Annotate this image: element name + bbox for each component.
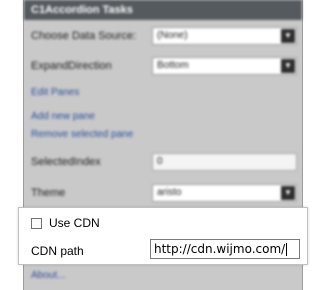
cdn-path-label: CDN path [31, 244, 84, 258]
dropdown-arrow-icon[interactable]: ▼ [281, 186, 295, 200]
data-source-value: (None) [157, 30, 188, 41]
selected-index-label: SelectedIndex [31, 156, 101, 168]
dropdown-arrow-icon[interactable]: ▼ [281, 29, 295, 43]
expand-direction-dropdown[interactable]: Bottom ▼ [152, 57, 297, 75]
expand-direction-label: ExpandDirection [31, 60, 112, 72]
use-cdn-label[interactable]: Use CDN [49, 215, 100, 231]
panel-title: C1Accordion Tasks [24, 0, 302, 20]
theme-value: aristo [157, 187, 182, 198]
data-source-dropdown[interactable]: (None) ▼ [152, 27, 297, 45]
theme-label: Theme [31, 187, 66, 199]
remove-pane-link[interactable]: Remove selected pane [31, 129, 133, 140]
about-link[interactable]: About... [31, 270, 65, 281]
cdn-path-input[interactable]: http://cdn.wijmo.com/ [150, 239, 300, 259]
edit-panes-link[interactable]: Edit Panes [31, 87, 79, 98]
cdn-settings-box: Use CDN CDN path http://cdn.wijmo.com/ [18, 207, 308, 265]
use-cdn-checkbox[interactable] [31, 218, 42, 229]
theme-dropdown[interactable]: aristo ▼ [152, 184, 297, 202]
cdn-path-value: http://cdn.wijmo.com/ [154, 242, 286, 256]
add-pane-link[interactable]: Add new pane [31, 111, 95, 122]
selected-index-input[interactable]: 0 [152, 153, 297, 171]
expand-direction-value: Bottom [157, 60, 189, 71]
dropdown-arrow-icon[interactable]: ▼ [281, 59, 295, 73]
text-caret [286, 243, 288, 256]
data-source-label: Choose Data Source: [31, 30, 137, 42]
